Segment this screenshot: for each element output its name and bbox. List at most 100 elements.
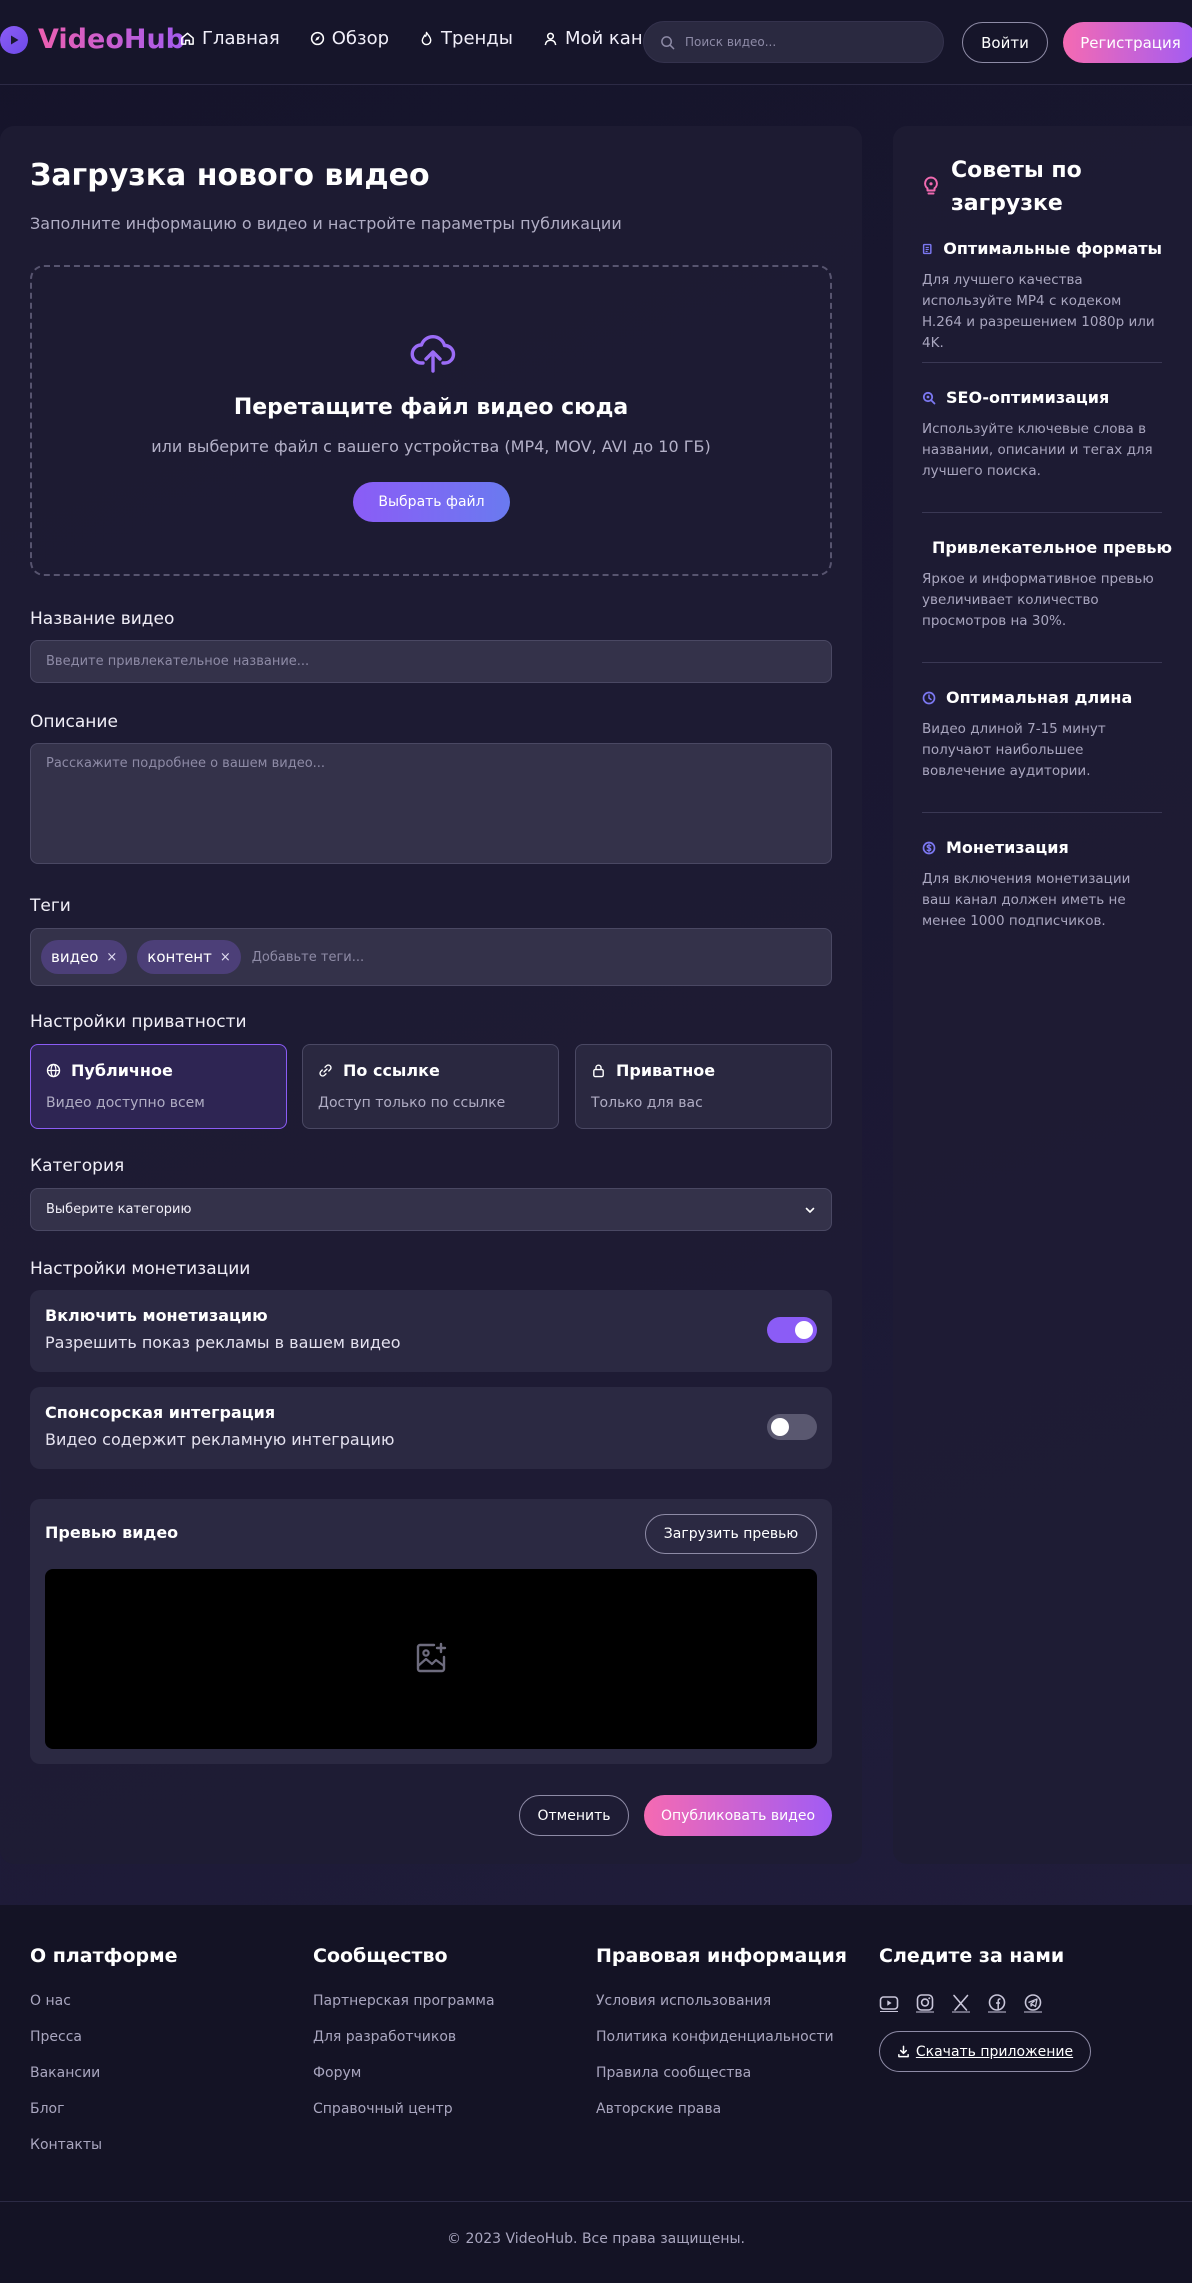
privacy-option-title: Публичное [71,1061,173,1080]
facebook-icon[interactable] [987,1993,1007,2013]
video-title-label: Название видео [30,609,175,629]
thumbnail-section: Превью видео Загрузить превью [30,1499,832,1764]
file-dropzone[interactable]: Перетащите файл видео сюда или выберите … [30,265,832,576]
logo[interactable]: VideoHub [0,24,185,55]
tip-text: Яркое и информативное превью увеличивает… [922,571,1154,629]
tip-title: Оптимальная длина [946,688,1133,707]
footer-link[interactable]: Форум [313,2065,495,2101]
lock-icon [593,1064,604,1078]
dropzone-title: Перетащите файл видео сюда [233,395,629,420]
thumbnail-preview[interactable] [45,1569,817,1749]
main-nav: Главная Обзор Тренды Мой канал [180,28,665,49]
footer-link[interactable]: Политика конфиденциальности [596,2029,847,2065]
footer-link[interactable]: О нас [30,1993,178,2029]
search-icon [922,391,936,404]
nav-item-explore[interactable]: Обзор [310,28,389,49]
divider [922,362,1162,363]
close-icon[interactable]: × [106,950,117,965]
nav-item-trends[interactable]: Тренды [419,28,513,49]
tag-label: контент [147,948,212,966]
footer-link[interactable]: Пресса [30,2029,178,2065]
instagram-icon[interactable] [915,1993,935,2013]
play-icon [0,25,28,54]
tip-title: Оптимальные форматы [943,239,1162,258]
cloud-upload-icon [410,335,456,373]
divider [922,512,1162,513]
sponsor-toggle-row: Спонсорская интеграция Видео содержит ре… [30,1387,832,1469]
dollar-icon [922,841,936,854]
privacy-option-desc: Только для вас [591,1095,703,1111]
footer-link[interactable]: Вакансии [30,2065,178,2101]
toggle-knob [771,1418,789,1436]
register-button[interactable]: Регистрация [1063,22,1192,63]
monetization-label: Настройки монетизации [30,1259,251,1279]
footer-link[interactable]: Правила сообщества [596,2065,847,2101]
footer-link[interactable]: Партнерская программа [313,1993,495,2029]
privacy-option-title: По ссылке [343,1061,440,1080]
close-icon[interactable]: × [220,950,231,965]
x-icon[interactable] [951,1993,971,2013]
monetization-toggle[interactable] [767,1317,817,1343]
privacy-option-link[interactable]: По ссылке Доступ только по ссылке [302,1044,559,1129]
privacy-option-desc: Доступ только по ссылке [318,1095,506,1111]
toggle-knob [795,1321,813,1339]
download-app-label: Скачать приложение [915,2043,1074,2060]
toggle-desc: Видео содержит рекламную интеграцию [45,1430,395,1449]
footer-link[interactable]: Условия использования [596,1993,847,2029]
search-input[interactable] [685,35,915,49]
tip-item: Привлекательное превью Яркое и информати… [922,538,1172,632]
globe-icon [46,1063,61,1078]
tags-input[interactable] [251,949,552,965]
tip-text: Используйте ключевые слова в названии, о… [922,421,1153,479]
divider [922,662,1162,663]
description-textarea[interactable] [30,743,832,864]
sponsor-toggle[interactable] [767,1414,817,1440]
login-button[interactable]: Войти [962,22,1048,63]
tags-field: видео × контент × [30,928,832,986]
footer-column-social: Следите за нами Скачать приложение [879,1945,1091,2072]
footer-column-title: Следите за нами [879,1945,1065,1967]
tip-title: Привлекательное превью [932,538,1172,557]
flame-icon [421,31,432,46]
dropzone-hint: или выберите файл с вашего устройства (M… [151,437,711,456]
nav-item-label: Обзор [331,28,390,49]
nav-item-label: Тренды [441,28,513,49]
category-value: Выберите категорию [46,1202,192,1217]
privacy-label: Настройки приватности [30,1012,247,1032]
privacy-option-public[interactable]: Публичное Видео доступно всем [30,1044,287,1129]
description-label: Описание [30,712,118,732]
tips-title: Советы по загрузке [951,158,1082,216]
nav-item-home[interactable]: Главная [180,28,280,49]
site-footer: О платформе О нас Пресса Вакансии Блог К… [0,1905,1192,2283]
chevron-down-icon [805,1207,815,1213]
compass-icon [310,31,324,46]
tip-item: Оптимальная длина Видео длиной 7-15 мину… [922,688,1162,782]
footer-link[interactable]: Справочный центр [313,2101,495,2137]
privacy-option-private[interactable]: Приватное Только для вас [575,1044,832,1129]
footer-link[interactable]: Контакты [30,2137,178,2173]
tip-item: Оптимальные форматы Для лучшего качества… [922,239,1162,354]
privacy-option-title: Приватное [616,1061,716,1080]
telegram-icon[interactable] [1023,1993,1043,2013]
cancel-button[interactable]: Отменить [519,1795,629,1836]
clock-icon [922,691,936,704]
footer-link[interactable]: Блог [30,2101,178,2137]
youtube-icon[interactable] [879,1993,899,2013]
footer-column-title: О платформе [30,1945,178,1967]
category-select[interactable]: Выберите категорию [30,1188,832,1231]
upload-thumbnail-button[interactable]: Загрузить превью [645,1514,817,1554]
choose-file-button[interactable]: Выбрать файл [353,482,510,522]
social-links [879,1993,1091,2013]
tip-title: SEO-оптимизация [946,388,1110,407]
footer-link[interactable]: Для разработчиков [313,2029,495,2065]
publish-button[interactable]: Опубликовать видео [644,1795,832,1836]
search-bar [643,21,944,63]
toggle-title: Спонсорская интеграция [45,1403,276,1422]
video-title-input[interactable] [30,640,832,683]
footer-column-community: Сообщество Партнерская программа Для раз… [313,1945,495,2137]
top-header: VideoHub Главная Обзор Тренды Мой канал … [0,0,1192,85]
footer-link[interactable]: Авторские права [596,2101,847,2137]
download-app-button[interactable]: Скачать приложение [879,2031,1091,2072]
page-subtitle: Заполните информацию о видео и настройте… [30,214,622,233]
tags-label: Теги [30,896,71,916]
